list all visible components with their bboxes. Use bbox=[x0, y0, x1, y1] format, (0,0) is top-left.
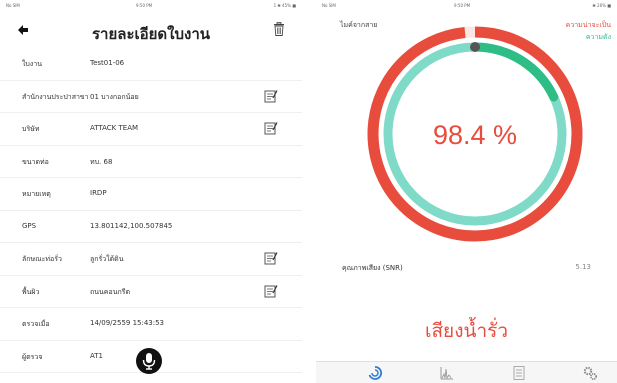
tab-analysis-icon[interactable] bbox=[367, 365, 383, 381]
work-order-detail-panel: No SIM 9:50 PM 1 ✱ 45% ■ รายละเอียดใบงาน… bbox=[0, 0, 302, 383]
edit-note-icon[interactable] bbox=[264, 89, 278, 103]
detail-row-label: หมายเหตุ bbox=[22, 190, 51, 198]
detail-row-value: 01 บางกอกน้อย bbox=[90, 92, 139, 101]
edit-note-icon[interactable] bbox=[264, 251, 278, 265]
detail-row-value: Test01-06 bbox=[90, 59, 125, 67]
snr-value: 5.13 bbox=[575, 263, 591, 271]
probability-value: 98.4 % bbox=[433, 120, 517, 150]
page-title: รายละเอียดใบงาน bbox=[91, 25, 211, 43]
tab-bar bbox=[316, 361, 617, 383]
clock-text: 9:50 PM bbox=[454, 3, 471, 8]
leak-analysis-panel: No SIM 9:50 PM ✱ 26% ■ ไมค์จากสาย ความน่… bbox=[316, 0, 617, 383]
detail-row-value: ถนนคอนกรีต bbox=[90, 287, 131, 296]
detail-row-label: พื้นผิว bbox=[22, 287, 40, 296]
detail-row[interactable]: พื้นผิว ถนนคอนกรีต bbox=[0, 276, 302, 308]
detail-row-label: ใบงาน bbox=[22, 60, 42, 68]
detail-row-label: ลักษณะท่อรั่ว bbox=[22, 255, 62, 263]
detail-row-label: สำนักงานประปาสาขา bbox=[22, 92, 89, 101]
detail-row-value: IRDP bbox=[90, 189, 107, 197]
detail-row-label: บริษัท bbox=[22, 125, 40, 133]
edit-note-icon[interactable] bbox=[264, 284, 278, 298]
detail-list: ใบงาน Test01-06 สำนักงานประปาสาขา 01 บางกอก… bbox=[0, 48, 302, 373]
detail-row-value: ทบ. 68 bbox=[90, 157, 113, 166]
battery-text: ✱ 26% ■ bbox=[592, 3, 611, 8]
carrier-text: No SIM bbox=[322, 3, 336, 8]
detail-row: ขนาดท่อ ทบ. 68 bbox=[0, 146, 302, 178]
detail-row-value: 14/09/2559 15:43:53 bbox=[90, 319, 165, 327]
detail-row-label: ตรวจเมื่อ bbox=[22, 320, 50, 328]
tab-settings-gear-icon[interactable] bbox=[582, 365, 598, 381]
nav-header: รายละเอียดใบงาน bbox=[0, 14, 302, 50]
status-bar: No SIM 9:50 PM 1 ✱ 45% ■ bbox=[0, 0, 302, 10]
record-microphone-button[interactable] bbox=[136, 348, 162, 374]
detail-row: GPS 13.801142,100.507845 bbox=[0, 211, 302, 243]
detail-row[interactable]: ลักษณะท่อรั่ว ลูกรั่วใต้ดิน bbox=[0, 243, 302, 276]
tab-graph-icon[interactable] bbox=[439, 365, 455, 381]
snr-label: คุณภาพเสียง (SNR) bbox=[342, 264, 403, 272]
tab-document-icon[interactable] bbox=[511, 365, 527, 381]
detail-row: ใบงาน Test01-06 bbox=[0, 48, 302, 81]
probability-gauge: 98.4 % bbox=[366, 25, 584, 243]
trash-icon[interactable] bbox=[273, 22, 285, 36]
result-label: เสียงน้ำรั่ว bbox=[424, 320, 509, 342]
detail-row-value: 13.801142,100.507845 bbox=[90, 221, 173, 230]
edit-note-icon[interactable] bbox=[264, 121, 278, 135]
status-bar: No SIM 9:50 PM ✱ 26% ■ bbox=[316, 0, 617, 10]
detail-row-value: AT1 bbox=[90, 351, 103, 360]
microphone-icon bbox=[142, 353, 156, 370]
detail-row-value: ลูกรั่วใต้ดิน bbox=[90, 255, 124, 263]
detail-row-value: ATTACK TEAM bbox=[90, 124, 139, 132]
legend-loudness: ความดัง bbox=[585, 33, 611, 41]
loudness-knob bbox=[470, 42, 480, 52]
detail-row-label: ผู้ตรวจ bbox=[22, 352, 43, 361]
clock-text: 9:50 PM bbox=[136, 3, 153, 8]
battery-text: 1 ✱ 45% ■ bbox=[273, 3, 296, 8]
detail-row: หมายเหตุ IRDP bbox=[0, 178, 302, 211]
snr-row: คุณภาพเสียง (SNR) 5.13 bbox=[342, 263, 591, 277]
detail-row-label: GPS bbox=[22, 221, 37, 230]
detail-row: ตรวจเมื่อ 14/09/2559 15:43:53 bbox=[0, 308, 302, 341]
detail-row[interactable]: บริษัท ATTACK TEAM bbox=[0, 113, 302, 146]
detail-row[interactable]: สำนักงานประปาสาขา 01 บางกอกน้อย bbox=[0, 81, 302, 113]
detail-row-label: ขนาดท่อ bbox=[22, 157, 49, 166]
carrier-text: No SIM bbox=[6, 3, 20, 8]
